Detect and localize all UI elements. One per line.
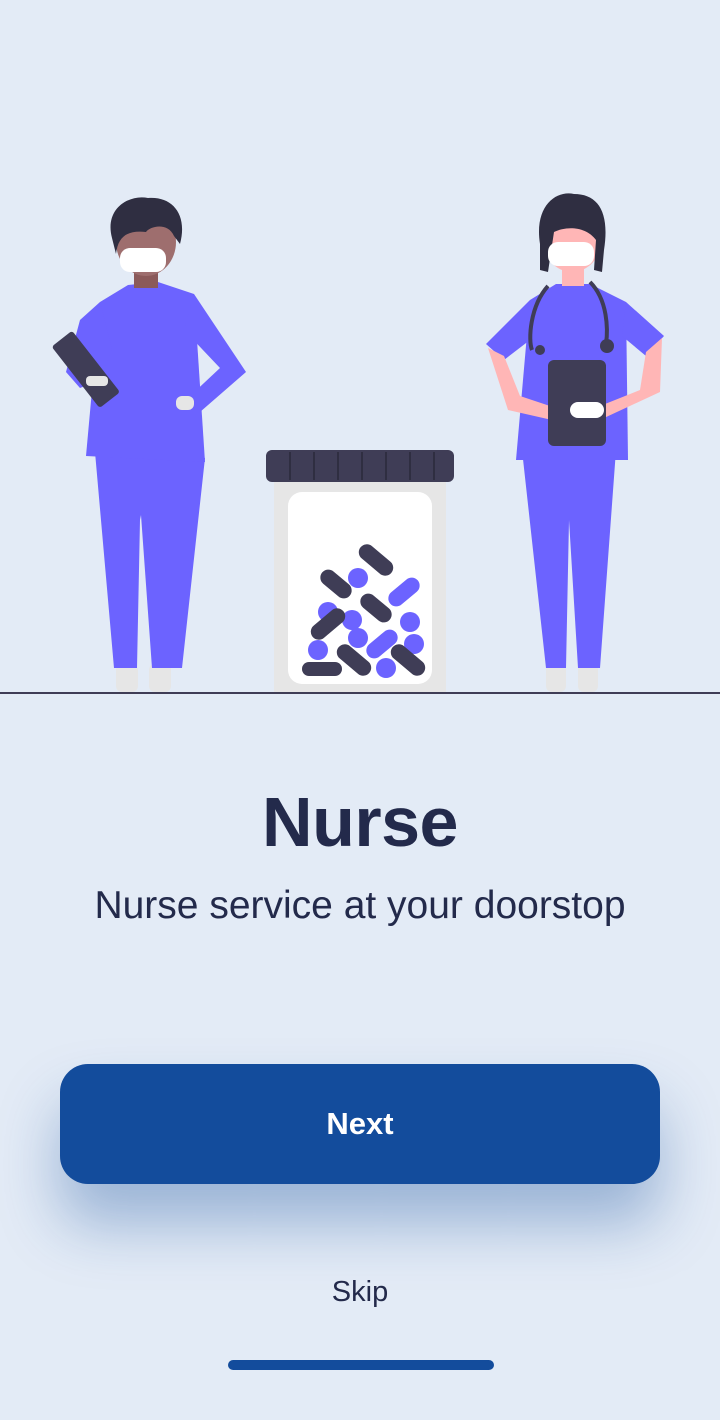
- nurses-illustration: [0, 193, 720, 694]
- home-indicator: [228, 1360, 494, 1370]
- skip-link[interactable]: Skip: [0, 1272, 720, 1312]
- onboarding-screen: Nurse Nurse service at your doorstop Nex…: [0, 0, 720, 1420]
- page-subtitle: Nurse service at your doorstop: [94, 884, 626, 927]
- right-nurse-figure: [486, 193, 664, 692]
- pill-jar: [266, 450, 454, 692]
- next-button[interactable]: Next: [60, 1064, 660, 1184]
- left-nurse-figure: [52, 197, 246, 692]
- page-title: Nurse: [262, 783, 458, 861]
